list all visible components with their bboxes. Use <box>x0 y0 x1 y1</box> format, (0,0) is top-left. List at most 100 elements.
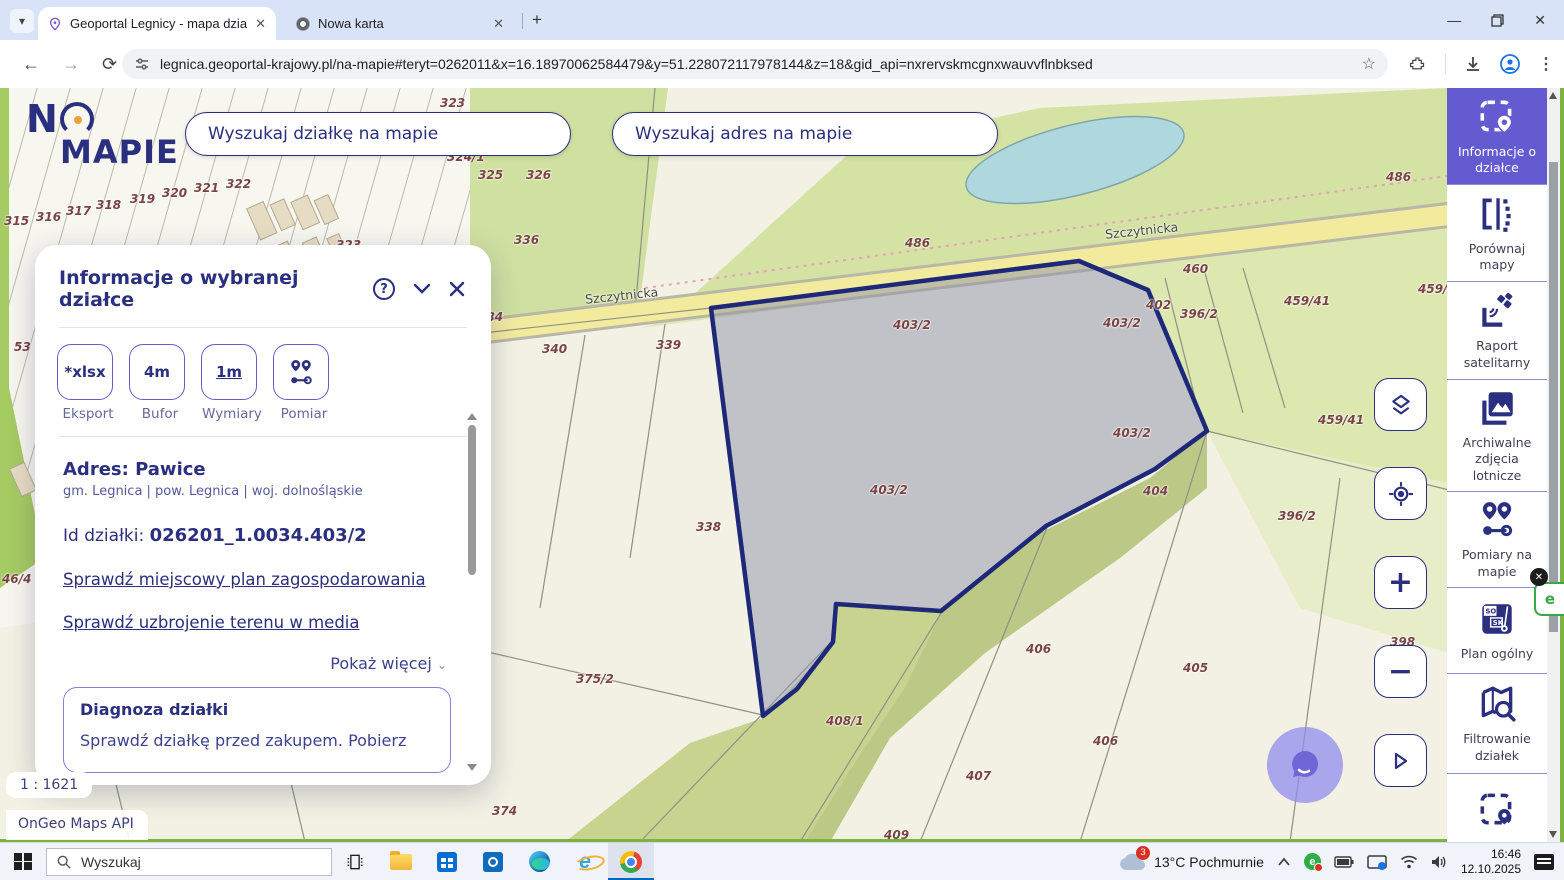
collapse-chevron-icon[interactable] <box>413 283 431 295</box>
window-close-button[interactable]: ✕ <box>1534 12 1546 29</box>
diagnosis-text: Sprawdź działkę przed zakupem. Pobierz <box>80 731 434 750</box>
volume-icon[interactable] <box>1431 855 1448 869</box>
task-view-button[interactable] <box>332 843 378 880</box>
forward-button[interactable]: → <box>62 54 80 75</box>
weather-widget[interactable]: 3 13°C Pochmurnie <box>1118 852 1264 872</box>
scroll-up-arrow[interactable] <box>467 413 477 420</box>
sidebar-collapse-button[interactable] <box>1374 734 1427 787</box>
show-more-button[interactable]: Pokaż więcej ⌄ <box>63 654 465 673</box>
tab-close-icon[interactable]: ✕ <box>255 16 266 32</box>
compare-maps-icon <box>1476 193 1518 235</box>
extension-close-icon[interactable]: ✕ <box>1530 568 1548 586</box>
panel-scrollbar[interactable] <box>467 413 477 771</box>
dimensions-button[interactable]: 1m <box>201 344 257 400</box>
battery-icon[interactable] <box>1334 856 1354 868</box>
search-parcel-input[interactable]: Wyszukaj działkę na mapie <box>185 112 571 156</box>
scroll-down-arrow[interactable] <box>467 764 477 771</box>
scroll-down-arrow[interactable] <box>1549 831 1557 838</box>
internet-explorer-button[interactable]: e <box>562 843 608 880</box>
map-pin-favicon <box>48 17 62 31</box>
tab-divider <box>522 13 523 29</box>
bookmark-star-icon[interactable]: ☆ <box>1362 54 1376 74</box>
layers-icon <box>1387 391 1415 419</box>
tool-label: Eksport <box>57 406 119 422</box>
tray-expand-icon[interactable] <box>1277 857 1291 867</box>
start-button[interactable] <box>0 843 46 880</box>
scroll-thumb[interactable] <box>468 425 476 575</box>
close-icon[interactable] <box>449 281 465 297</box>
page-edge <box>1560 88 1564 842</box>
url-bar[interactable]: legnica.geoportal-krajowy.pl/na-mapie#te… <box>122 49 1388 79</box>
extensions-icon[interactable] <box>1409 55 1427 73</box>
link-utilities[interactable]: Sprawdź uzbrojenie terenu w media <box>63 613 465 632</box>
edge-button[interactable] <box>516 843 562 880</box>
scroll-up-arrow[interactable] <box>1549 92 1557 99</box>
windows-taskbar: Wyszukaj e 3 13°C Pochmurnie e <box>0 842 1564 880</box>
sidebar-item-parcel-info-repeat[interactable] <box>1447 774 1547 842</box>
new-tab-button[interactable]: + <box>532 10 542 30</box>
url-text[interactable]: legnica.geoportal-krajowy.pl/na-mapie#te… <box>160 56 1352 72</box>
extension-widget[interactable]: e ✕ <box>1534 582 1564 616</box>
chat-widget-button[interactable] <box>1267 727 1343 803</box>
outlook-button[interactable] <box>470 843 516 880</box>
task-view-icon <box>345 852 365 872</box>
tool-label: Bufor <box>129 406 191 422</box>
measure-pins-icon <box>1476 499 1518 541</box>
filter-parcels-icon <box>1476 683 1518 725</box>
taskbar-clock[interactable]: 16:46 12.10.2025 <box>1461 847 1521 877</box>
layers-button[interactable] <box>1374 378 1427 431</box>
action-center-button[interactable] <box>1534 854 1554 870</box>
map-viewport[interactable]: 323324/131531631731831932032132232532632… <box>0 88 1564 842</box>
page-scrollbar[interactable] <box>1547 88 1560 842</box>
search-address-input[interactable]: Wyszukaj adres na mapie <box>612 112 998 156</box>
diagnosis-box[interactable]: Diagnoza działki Sprawdź działkę przed z… <box>63 687 451 773</box>
toolbar-separator <box>1445 54 1446 74</box>
locate-button[interactable] <box>1374 467 1427 520</box>
window-restore-button[interactable] <box>1491 14 1504 27</box>
help-icon[interactable]: ? <box>373 278 395 300</box>
zoom-in-button[interactable]: + <box>1374 556 1427 609</box>
window-minimize-button[interactable]: — <box>1447 12 1461 28</box>
microsoft-store-button[interactable] <box>424 843 470 880</box>
search-icon <box>57 855 71 869</box>
sidebar-item-filtrowanie-dzialek[interactable]: Filtrowanie działek <box>1447 674 1547 774</box>
export-button[interactable]: *xlsx <box>57 344 113 400</box>
sidebar-item-label: Plan ogólny <box>1461 646 1534 662</box>
taskbar-search-input[interactable]: Wyszukaj <box>46 848 332 876</box>
ie-icon: e <box>579 850 591 874</box>
cast-icon[interactable] <box>1367 854 1387 870</box>
sidebar-item-porownaj-mapy[interactable]: Porównaj mapy <box>1447 185 1547 282</box>
measure-button[interactable] <box>273 344 329 400</box>
new-tab-favicon <box>296 17 310 31</box>
sidebar-item-plan-ogolny[interactable]: SOSK Plan ogólny <box>1447 588 1547 674</box>
zoom-out-button[interactable]: − <box>1374 645 1427 698</box>
chrome-button[interactable] <box>608 843 654 880</box>
downloads-icon[interactable] <box>1464 55 1482 73</box>
buffer-button[interactable]: 4m <box>129 344 185 400</box>
menu-dots-icon[interactable]: ⋮ <box>1538 54 1554 74</box>
chrome-icon <box>620 851 642 873</box>
parcel-id-value: 026201_1.0034.403/2 <box>150 525 367 546</box>
extension-e-icon[interactable]: e <box>1534 582 1564 616</box>
sidebar-item-archiwalne-zdjecia[interactable]: Archiwalne zdjęcia lotnicze <box>1447 380 1547 492</box>
tool-label: Wymiary <box>201 406 263 422</box>
eset-tray-icon[interactable]: e <box>1304 853 1321 870</box>
browser-toolbar: ← → ⟳ legnica.geoportal-krajowy.pl/na-ma… <box>0 40 1564 88</box>
sidebar-item-raport-satelitarny[interactable]: Raport satelitarny <box>1447 282 1547 380</box>
file-explorer-button[interactable] <box>378 843 424 880</box>
link-zoning-plan[interactable]: Sprawdź miejscowy plan zagospodarowania <box>63 570 465 589</box>
parcel-id-row: Id działki: 026201_1.0034.403/2 <box>63 525 465 546</box>
tab-close-icon[interactable]: ✕ <box>493 16 504 32</box>
tab-geoportal[interactable]: Geoportal Legnicy - mapa dział ✕ <box>38 7 276 40</box>
back-button[interactable]: ← <box>22 54 40 75</box>
scroll-thumb[interactable] <box>1549 162 1558 632</box>
wifi-icon[interactable] <box>1400 855 1418 869</box>
edge-icon <box>529 851 550 872</box>
reload-button[interactable]: ⟳ <box>102 54 117 75</box>
tab-nowa-karta[interactable]: Nowa karta ✕ <box>286 7 514 40</box>
sidebar-item-label: Informacje o działce <box>1451 144 1543 177</box>
tab-search-chevron-icon[interactable]: ▾ <box>10 9 34 33</box>
profile-icon[interactable] <box>1500 54 1520 74</box>
site-settings-icon[interactable] <box>134 56 150 72</box>
sidebar-item-informacje-o-dzialce[interactable]: Informacje o działce <box>1447 88 1547 185</box>
